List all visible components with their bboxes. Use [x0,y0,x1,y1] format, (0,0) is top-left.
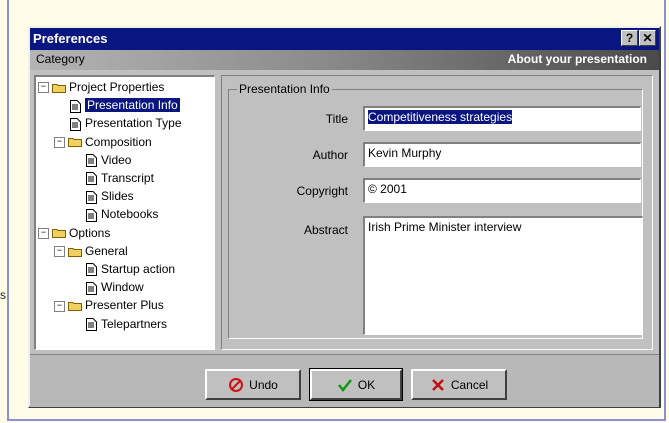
ok-button[interactable]: OK [309,368,403,401]
tree-item-label: Transcript [101,171,154,185]
document-icon [70,99,81,113]
tree-item-label: Presentation Info [85,98,180,113]
folder-icon [52,83,66,93]
tree-item-label: Options [69,225,111,240]
tree-item[interactable]: Window [86,279,144,296]
author-field[interactable]: Kevin Murphy [363,142,641,167]
document-icon [86,317,97,331]
tree-item-label: Video [101,152,132,167]
category-header: Category [36,52,85,66]
title-label: Title [325,112,348,126]
settings-panel: Presentation Info Title Competitiveness … [221,75,653,350]
copyright-field[interactable]: © 2001 [363,178,641,203]
cancel-button[interactable]: Cancel [411,369,507,400]
button-bar: Undo OK Cancel [30,354,659,407]
folder-icon [68,301,82,312]
tree-item[interactable]: − Options [38,225,110,242]
tree-item-label: Slides [101,189,134,204]
copyright-label: Copyright [296,184,348,198]
preferences-dialog: Preferences ? ✕ Category About your pres… [28,26,661,408]
author-label: Author [312,148,348,162]
tree-item[interactable]: Presentation Info [70,97,180,114]
folder-icon [52,228,66,239]
checkmark-icon [337,377,353,393]
tree-item[interactable]: Telepartners [86,316,167,333]
cancel-x-icon [430,377,446,393]
help-button[interactable]: ? [621,30,638,46]
stray-text: s [0,288,6,302]
tree-item-label: General [85,243,128,258]
tree-item-label: Presentation Type [85,116,182,131]
folder-icon [68,137,82,148]
undo-label: Undo [249,377,278,392]
document-icon [86,281,97,295]
tree-item-label: Startup action [101,262,176,276]
title-value: Competitiveness strategies [368,110,513,124]
document-icon [86,190,97,204]
tree-item-label: Presenter Plus [85,298,164,313]
document-icon [70,117,81,131]
title-bar: Preferences ? ✕ [30,28,659,50]
window-title: Preferences [33,31,108,46]
tree-item[interactable]: Startup action [86,261,175,278]
tree-item-label: Window [101,280,144,295]
header-bar: Category About your presentation [30,50,659,70]
title-field[interactable]: Competitiveness strategies [363,106,641,131]
undo-icon [228,377,244,393]
collapse-icon[interactable]: − [38,227,49,239]
close-button[interactable]: ✕ [639,30,656,46]
tree-item[interactable]: Presentation Type [70,115,182,132]
collapse-icon[interactable]: − [54,246,65,258]
collapse-icon[interactable]: − [38,82,49,94]
tree-item[interactable]: Video [86,152,131,169]
group-label: Presentation Info [237,82,332,96]
tree-item[interactable]: − Presenter Plus [54,297,164,314]
abstract-field[interactable]: Irish Prime Minister interview [363,216,643,335]
tree-item-label: Telepartners [101,316,168,331]
document-icon [86,208,97,222]
document-icon [86,154,97,168]
tree-item[interactable]: Transcript [86,170,154,187]
tree-item-label: Project Properties [69,80,165,94]
tree-item[interactable]: Notebooks [86,206,158,223]
category-tree[interactable]: − Project Properties Presentation Info Pres… [34,75,215,350]
tree-item[interactable]: − General [54,243,128,260]
document-icon [86,263,97,277]
document-icon [86,172,97,186]
collapse-icon[interactable]: − [54,136,65,148]
tree-item[interactable]: Slides [86,188,134,205]
folder-icon [68,247,82,257]
tree-item-label: Composition [85,134,152,149]
cancel-label: Cancel [450,377,489,392]
abstract-label: Abstract [303,223,348,237]
about-header: About your presentation [507,52,647,66]
ok-label: OK [357,377,376,392]
tree-item[interactable]: − Composition [54,134,152,151]
collapse-icon[interactable]: − [54,300,65,312]
tree-item-label: Notebooks [101,207,159,222]
undo-button[interactable]: Undo [205,369,301,400]
tree-item[interactable]: − Project Properties [38,79,164,96]
